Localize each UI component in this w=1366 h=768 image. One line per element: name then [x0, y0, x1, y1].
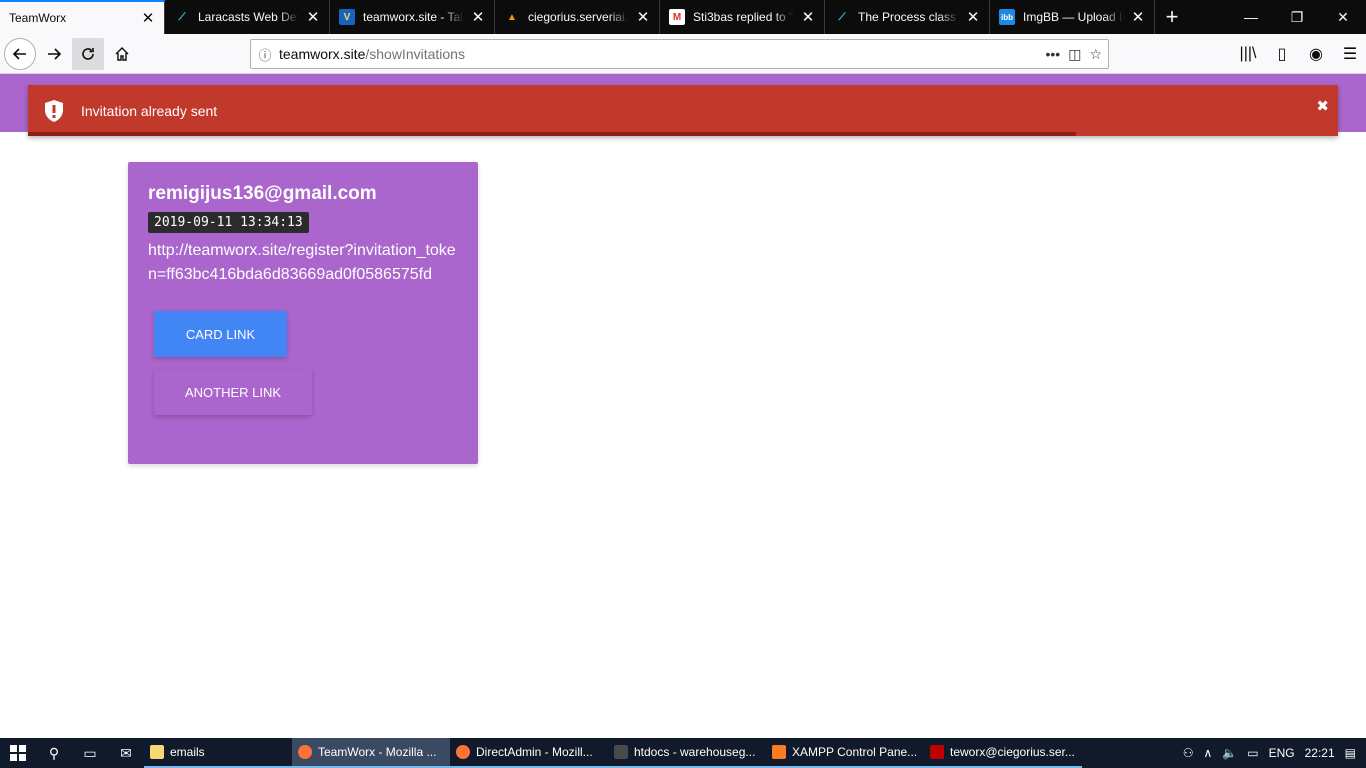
- error-toast: Invitation already sent ✖: [28, 85, 1338, 136]
- tab-title: The Process class re: [858, 10, 959, 24]
- navigation-toolbar: ⓘ teamworx.site/showInvitations ••• ◫ ☆ …: [0, 34, 1366, 74]
- url-domain: teamworx.site: [279, 46, 366, 62]
- library-icon[interactable]: |||\: [1232, 38, 1264, 70]
- pocket-icon[interactable]: ◫: [1068, 46, 1081, 63]
- tab-title: ciegorius.serveriai.lt: [528, 10, 629, 24]
- talpa-icon: V: [339, 9, 355, 25]
- tab-strip: TeamWorx ✕ ⟋ Laracasts Web Deve ✕ V team…: [0, 0, 1366, 34]
- laracasts-icon: ⟋: [838, 11, 846, 23]
- menu-icon[interactable]: ☰: [1334, 38, 1366, 70]
- chevron-up-icon[interactable]: ∧: [1204, 746, 1213, 760]
- tab-gmail[interactable]: M Sti3bas replied to "T ✕: [660, 0, 825, 34]
- arrow-right-icon: [48, 47, 62, 60]
- close-icon[interactable]: ✕: [635, 9, 651, 26]
- close-icon[interactable]: ✕: [1130, 9, 1146, 26]
- toast-message: Invitation already sent: [81, 102, 218, 119]
- imgbb-icon: ibb: [999, 9, 1015, 25]
- close-icon[interactable]: ✕: [470, 9, 486, 26]
- tab-title: ImgBB — Upload Im: [1023, 10, 1124, 24]
- new-tab-button[interactable]: +: [1155, 0, 1189, 34]
- toast-close-icon[interactable]: ✖: [1316, 97, 1329, 115]
- taskbar-item-teamworx[interactable]: TeamWorx - Mozilla ...: [292, 738, 450, 768]
- taskbar-item-filezilla[interactable]: teworx@ciegorius.ser...: [924, 738, 1082, 768]
- arrow-left-icon: [12, 47, 26, 60]
- people-icon[interactable]: ⚇: [1183, 746, 1194, 760]
- notifications-icon[interactable]: ▤: [1345, 746, 1356, 760]
- taskbar-item-emails[interactable]: emails: [144, 738, 292, 768]
- taskbar: ⚲ ▭ ✉ emails TeamWorx - Mozilla ... Dire…: [0, 738, 1366, 768]
- taskbar-item-htdocs[interactable]: htdocs - warehouseg...: [608, 738, 766, 768]
- invitation-link: http://teamworx.site/register?invitation…: [148, 242, 456, 283]
- page-content: Invitation already sent ✖ remigijus136@g…: [0, 74, 1366, 738]
- home-icon: [115, 46, 129, 61]
- tab-title: teamworx.site - Talp: [363, 10, 464, 24]
- tab-title: TeamWorx: [9, 11, 67, 25]
- tab-process[interactable]: ⟋ The Process class re ✕: [825, 0, 990, 34]
- url-bar[interactable]: ⓘ teamworx.site/showInvitations ••• ◫ ☆: [250, 39, 1109, 69]
- tab-teamworx[interactable]: TeamWorx ✕: [0, 0, 165, 34]
- taskbar-item-directadmin[interactable]: DirectAdmin - Mozill...: [450, 738, 608, 768]
- xampp-icon: [772, 745, 786, 759]
- back-button[interactable]: [4, 37, 36, 70]
- sidebar-icon[interactable]: ▯: [1266, 38, 1298, 70]
- toast-progress-bar: [28, 132, 1076, 136]
- clock[interactable]: 22:21: [1305, 746, 1335, 760]
- tab-title: Sti3bas replied to "T: [693, 10, 794, 24]
- restore-button[interactable]: ❐: [1274, 0, 1320, 34]
- system-tray: ⚇ ∧ 🔈 ▭ ENG 22:21 ▤: [1183, 746, 1366, 760]
- taskbar-label: XAMPP Control Pane...: [792, 745, 918, 759]
- laracasts-icon: ⟋: [178, 11, 186, 23]
- tab-talpa[interactable]: V teamworx.site - Talp ✕: [330, 0, 495, 34]
- mail-icon[interactable]: ✉: [108, 738, 144, 768]
- reload-icon: [82, 47, 94, 60]
- taskbar-label: emails: [170, 745, 205, 759]
- task-view-icon[interactable]: ▭: [72, 738, 108, 768]
- minimize-button[interactable]: —: [1228, 0, 1274, 34]
- tab-laracasts[interactable]: ⟋ Laracasts Web Deve ✕: [165, 0, 330, 34]
- server-icon: ▲: [507, 11, 517, 23]
- page-actions-icon[interactable]: •••: [1045, 46, 1060, 63]
- taskbar-label: TeamWorx - Mozilla ...: [318, 745, 437, 759]
- invitation-date: 2019-09-11 13:34:13: [148, 212, 309, 233]
- window-controls: — ❐ ✕: [1228, 0, 1366, 34]
- taskbar-item-xampp[interactable]: XAMPP Control Pane...: [766, 738, 924, 768]
- folder-icon: [150, 745, 164, 759]
- close-icon[interactable]: ✕: [305, 9, 321, 26]
- volume-icon[interactable]: 🔈: [1222, 746, 1237, 760]
- invitation-email: remigijus136@gmail.com: [148, 183, 377, 204]
- language-indicator[interactable]: ENG: [1269, 746, 1295, 760]
- firefox-icon: [456, 745, 470, 759]
- account-icon[interactable]: ◉: [1300, 38, 1332, 70]
- battery-icon[interactable]: ▭: [1247, 746, 1258, 760]
- shield-alert-icon: [45, 99, 63, 122]
- filezilla-icon: [930, 745, 944, 759]
- forward-button[interactable]: [38, 38, 70, 70]
- tab-ciegorius[interactable]: ▲ ciegorius.serveriai.lt ✕: [495, 0, 660, 34]
- gmail-icon: M: [669, 9, 685, 25]
- search-icon[interactable]: ⚲: [36, 738, 72, 768]
- site-info-icon[interactable]: ⓘ: [251, 45, 279, 64]
- taskbar-label: DirectAdmin - Mozill...: [476, 745, 593, 759]
- tab-title: Laracasts Web Deve: [198, 10, 299, 24]
- home-button[interactable]: [106, 38, 138, 70]
- windows-start-icon[interactable]: [0, 738, 36, 768]
- taskbar-label: teworx@ciegorius.ser...: [950, 745, 1075, 759]
- invitation-card: remigijus136@gmail.com 2019-09-11 13:34:…: [128, 162, 478, 464]
- another-link-button[interactable]: Another link: [154, 369, 312, 415]
- close-icon[interactable]: ✕: [140, 10, 156, 27]
- close-icon[interactable]: ✕: [800, 9, 816, 26]
- tab-imgbb[interactable]: ibb ImgBB — Upload Im ✕: [990, 0, 1155, 34]
- close-icon[interactable]: ✕: [965, 9, 981, 26]
- url-path: /showInvitations: [365, 46, 465, 62]
- sublime-icon: [614, 745, 628, 759]
- window-close-button[interactable]: ✕: [1320, 0, 1366, 34]
- bookmark-star-icon[interactable]: ☆: [1089, 46, 1102, 63]
- reload-button[interactable]: [72, 37, 104, 70]
- firefox-icon: [298, 745, 312, 759]
- taskbar-label: htdocs - warehouseg...: [634, 745, 756, 759]
- card-link-button[interactable]: Card link: [154, 311, 287, 357]
